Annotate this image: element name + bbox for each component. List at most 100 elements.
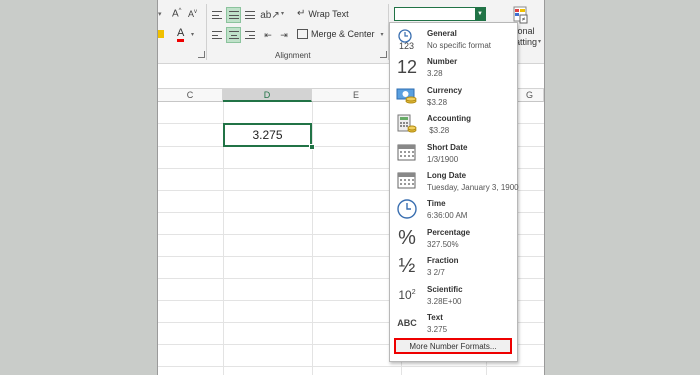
format-sample-text: 3.275 — [427, 325, 448, 334]
orientation-dropdown-icon[interactable]: ▾ — [281, 10, 284, 17]
svg-text:123: 123 — [399, 41, 414, 50]
font-color-dropdown-icon[interactable]: ▾ — [191, 31, 194, 38]
merge-dropdown-icon[interactable]: ▾ — [381, 31, 384, 38]
grow-font-label: A — [172, 8, 179, 20]
format-sample-fraction: 3 2/7 — [427, 268, 445, 277]
align-left-button[interactable] — [210, 28, 224, 42]
fill-handle[interactable] — [309, 144, 315, 150]
bottom-align-button[interactable] — [243, 8, 257, 22]
group-separator — [206, 4, 207, 60]
merge-center-button[interactable]: Merge & Center ▾ — [297, 29, 384, 39]
format-item-accounting[interactable]: Accounting $3.28 — [390, 110, 517, 138]
format-sample-currency: $3.28 — [427, 98, 448, 107]
format-item-currency[interactable]: Currency $3.28 — [390, 82, 517, 110]
scientific-base: 10 — [398, 288, 412, 302]
format-name-text: Text — [427, 313, 443, 322]
grow-font-button[interactable]: A^ — [172, 8, 182, 19]
abc-text-icon: ABC — [396, 313, 418, 333]
percent-glyph: % — [398, 226, 416, 249]
format-item-time[interactable]: Time 6:36:00 AM — [390, 195, 517, 223]
increase-indent-button[interactable]: ⇥ — [277, 28, 291, 42]
format-item-long-date[interactable]: Long Date Tuesday, January 3, 1900 — [390, 167, 519, 195]
format-item-text[interactable]: ABC Text 3.275 — [390, 309, 517, 337]
orientation-icon: ab↗ — [260, 9, 280, 21]
increase-indent-icon: ⇥ — [280, 29, 288, 40]
number-format-box[interactable]: ▼ — [394, 7, 486, 21]
merge-center-icon — [297, 29, 308, 39]
percent-icon: % — [396, 226, 418, 249]
alignment-dialog-launcher-icon[interactable] — [380, 51, 387, 58]
general-123-icon: 123 — [396, 29, 418, 50]
format-name-percentage: Percentage — [427, 228, 471, 237]
format-name-scientific: Scientific — [427, 285, 463, 294]
text-glyph: ABC — [397, 318, 417, 328]
format-name-time: Time — [427, 199, 446, 208]
number-glyph: 12 — [396, 56, 418, 77]
calendar-icon — [396, 143, 418, 163]
format-name-number: Number — [427, 57, 458, 66]
align-left-icon — [212, 31, 222, 39]
format-sample-scientific: 3.28E+00 — [427, 297, 462, 306]
format-item-general[interactable]: 123 General No specific format — [390, 25, 517, 53]
top-align-icon — [212, 11, 222, 19]
align-right-button[interactable] — [243, 28, 257, 42]
format-name-short-date: Short Date — [427, 143, 468, 152]
format-item-fraction[interactable]: ½ Fraction 3 2/7 — [390, 252, 517, 280]
decrease-indent-button[interactable]: ⇤ — [261, 28, 275, 42]
format-sample-percentage: 327.50% — [427, 240, 459, 249]
fraction-icon: ½ — [396, 255, 418, 277]
center-align-icon — [228, 31, 239, 39]
format-name-accounting: Accounting — [427, 114, 471, 123]
bottom-align-icon — [245, 11, 255, 19]
align-right-icon — [245, 31, 255, 39]
grid-row-line — [158, 366, 544, 367]
font-dialog-launcher-icon[interactable] — [198, 51, 205, 58]
format-sample-number: 3.28 — [427, 69, 443, 78]
column-header-d[interactable]: D — [223, 89, 312, 102]
wrap-text-icon: ↵ — [297, 8, 306, 19]
orientation-button[interactable]: ab↗ — [260, 8, 280, 22]
format-item-scientific[interactable]: 102 Scientific 3.28E+00 — [390, 281, 517, 309]
column-label-g: G — [525, 90, 533, 100]
top-align-button[interactable] — [210, 8, 224, 22]
clock-icon — [396, 199, 418, 219]
wrap-text-label: Wrap Text — [308, 8, 349, 19]
number-12-icon: 12 — [396, 57, 418, 77]
format-sample-accounting: $3.28 — [427, 126, 450, 135]
alignment-group-label: Alignment — [275, 51, 311, 60]
column-header-e[interactable]: E — [312, 89, 401, 102]
middle-align-button[interactable] — [226, 7, 241, 23]
center-button[interactable] — [226, 27, 241, 43]
wrap-text-button[interactable]: ↵ Wrap Text — [297, 8, 349, 19]
shrink-font-button[interactable]: Av — [188, 9, 197, 19]
column-label-e: E — [352, 90, 359, 100]
format-sample-general: No specific format — [427, 41, 492, 50]
more-number-formats-button[interactable]: More Number Formats... — [394, 338, 512, 354]
font-color-label: A — [177, 27, 185, 39]
fill-color-swatch[interactable] — [158, 30, 164, 38]
format-item-short-date[interactable]: Short Date 1/3/1900 — [390, 139, 517, 167]
active-cell-value: 3.275 — [252, 128, 283, 142]
format-item-number[interactable]: 12 Number 3.28 — [390, 53, 517, 81]
format-name-general: General — [427, 29, 457, 38]
more-number-formats-label: More Number Formats... — [409, 341, 497, 351]
column-label-c: C — [186, 90, 194, 100]
column-header-c[interactable]: C — [158, 89, 223, 102]
active-cell-d[interactable]: 3.275 — [223, 123, 312, 147]
format-name-long-date: Long Date — [427, 171, 467, 180]
number-format-dropdown: 123 General No specific format 12 Number… — [389, 22, 519, 362]
format-name-currency: Currency — [427, 86, 463, 95]
scientific-icon: 102 — [396, 285, 418, 305]
middle-align-icon — [228, 11, 239, 19]
grid-column-line — [312, 102, 313, 375]
calendar-long-icon — [396, 171, 418, 191]
number-format-dropdown-icon[interactable]: ▼ — [475, 8, 485, 20]
decrease-indent-icon: ⇤ — [264, 29, 272, 40]
conditional-formatting-label-2: atting — [515, 37, 538, 47]
conditional-formatting-dropdown-icon[interactable]: ▾ — [538, 38, 541, 45]
dropdown-caret-icon[interactable]: ▾ — [158, 10, 162, 18]
font-color-button[interactable]: A — [177, 27, 185, 42]
format-item-percentage[interactable]: % Percentage 327.50% — [390, 224, 517, 252]
currency-icon — [396, 86, 418, 106]
column-label-d: D — [263, 89, 271, 100]
